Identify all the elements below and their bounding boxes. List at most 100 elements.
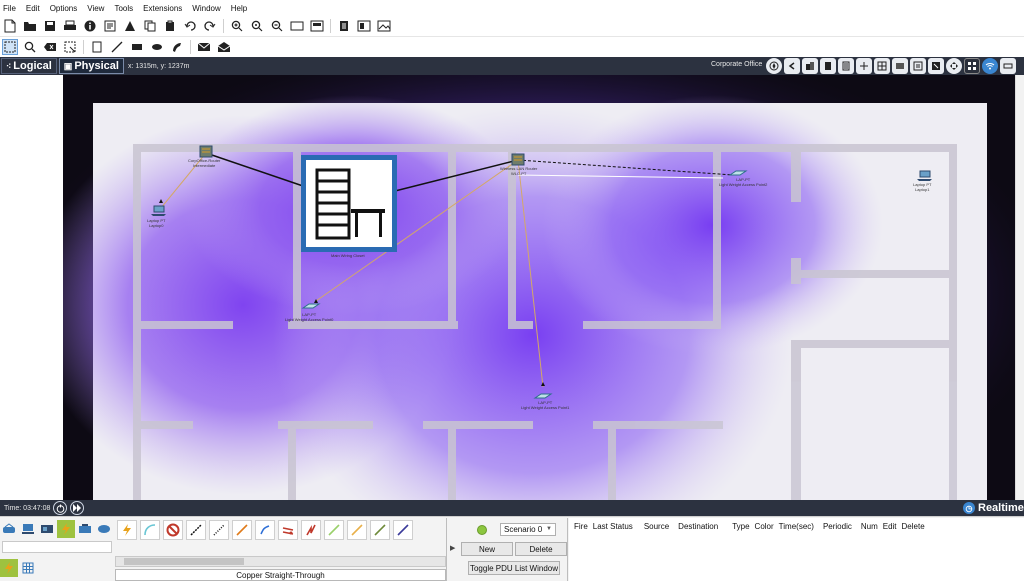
no-connection-icon[interactable] [163, 520, 183, 540]
wlc-device[interactable] [511, 153, 525, 166]
tab-physical[interactable]: ▣ Physical [58, 58, 124, 74]
new-scenario-button[interactable]: New [461, 542, 513, 556]
notes-icon[interactable] [336, 18, 352, 34]
zoom-reset-icon[interactable] [249, 18, 265, 34]
pdu-column-header: Edit [882, 522, 897, 531]
menu-window[interactable]: Window [187, 4, 225, 13]
resize-icon[interactable] [62, 39, 78, 55]
draw-rectangle-icon[interactable] [129, 39, 145, 55]
automatic-connection-icon[interactable] [117, 520, 137, 540]
copper-cross-icon[interactable] [209, 520, 229, 540]
coaxial-icon[interactable] [278, 520, 298, 540]
add-simple-pdu-icon[interactable] [196, 39, 212, 55]
place-note-icon[interactable] [89, 39, 105, 55]
workspace-vertical-scrollbar[interactable] [1015, 75, 1024, 500]
misc-icon[interactable] [76, 520, 94, 538]
router-device[interactable] [199, 145, 213, 158]
save-icon[interactable] [42, 18, 58, 34]
serial-dte-icon[interactable] [324, 520, 344, 540]
fast-forward-button[interactable] [70, 501, 85, 515]
tab-logical[interactable]: ⁖ Logical [1, 58, 57, 74]
redo-icon[interactable] [202, 18, 218, 34]
device-label: LAP-PT Light Weight Access Point0 [285, 312, 334, 322]
drawing-palette-icon[interactable] [289, 18, 305, 34]
network-devices-icon[interactable] [0, 520, 18, 538]
grid-icon[interactable] [19, 559, 37, 577]
menu-options[interactable]: Options [45, 4, 83, 13]
end-devices-icon[interactable] [19, 520, 37, 538]
copy-icon[interactable] [142, 18, 158, 34]
new-building-icon[interactable] [820, 58, 836, 74]
paste-icon[interactable] [162, 18, 178, 34]
move-icon[interactable] [946, 58, 962, 74]
tab-logical-label: Logical [13, 60, 52, 72]
add-complex-pdu-icon[interactable] [216, 39, 232, 55]
print-icon[interactable] [62, 18, 78, 34]
physical-workspace[interactable]: CorpOffice-Router Intermediate Laptop PT L… [63, 75, 1015, 500]
menu-tools[interactable]: Tools [109, 4, 138, 13]
delete-icon[interactable] [42, 39, 58, 55]
draw-line-icon[interactable] [109, 39, 125, 55]
new-closet-icon[interactable] [838, 58, 854, 74]
network-info-icon[interactable] [122, 18, 138, 34]
set-background-icon[interactable] [892, 58, 908, 74]
clock-icon: ◷ [963, 502, 975, 514]
octal-cable-icon[interactable] [347, 520, 367, 540]
back-icon[interactable] [784, 58, 800, 74]
grid-toggle-icon[interactable] [874, 58, 890, 74]
inspect-icon[interactable] [22, 39, 38, 55]
components-icon[interactable] [38, 520, 56, 538]
navigation-icon[interactable] [766, 58, 782, 74]
cable-list [117, 520, 416, 540]
menu-extensions[interactable]: Extensions [138, 4, 187, 13]
tile-view-icon[interactable] [964, 58, 980, 74]
open-folder-icon[interactable] [22, 18, 38, 34]
activity-wizard-icon[interactable] [102, 18, 118, 34]
multiuser-icon[interactable] [95, 520, 113, 538]
cable-list-scrollbar[interactable] [115, 556, 446, 567]
scrollbar-thumb[interactable] [124, 558, 244, 565]
freeform-icon[interactable] [169, 39, 185, 55]
scenario-select[interactable]: Scenario 0 ▼ [500, 523, 556, 536]
console-cable-icon[interactable] [140, 520, 160, 540]
usb-cable-icon[interactable] [393, 520, 413, 540]
new-file-icon[interactable] [2, 18, 18, 34]
zoom-out-icon[interactable] [269, 18, 285, 34]
menu-help[interactable]: Help [226, 4, 252, 13]
pdu-column-header: Fire [574, 522, 588, 531]
realtime-mode[interactable]: ◷ Realtime [963, 500, 1024, 516]
undo-icon[interactable] [182, 18, 198, 34]
toggle-pdu-list-button[interactable]: Toggle PDU List Window [468, 561, 560, 575]
ruler-icon[interactable] [1000, 58, 1016, 74]
info-icon[interactable] [82, 18, 98, 34]
current-location: Corporate Office [711, 61, 763, 68]
simulation-time: Time: 03:47:08 [4, 504, 51, 512]
draw-ellipse-icon[interactable] [149, 39, 165, 55]
delete-scenario-button[interactable]: Delete [515, 542, 567, 556]
power-distribution-icon[interactable] [910, 58, 926, 74]
connections-icon[interactable] [0, 559, 18, 577]
screenshot-icon[interactable] [376, 18, 392, 34]
phone-cable-icon[interactable] [255, 520, 275, 540]
new-city-icon[interactable] [802, 58, 818, 74]
menu-edit[interactable]: Edit [21, 4, 45, 13]
select-icon[interactable] [2, 38, 18, 55]
wiring-closet[interactable] [301, 155, 397, 252]
move-object-icon[interactable] [856, 58, 872, 74]
collapse-arrow-icon[interactable]: ▶ [450, 544, 455, 552]
iot-custom-cable-icon[interactable] [370, 520, 390, 540]
serial-dce-icon[interactable] [301, 520, 321, 540]
custom-devices-icon[interactable] [309, 18, 325, 34]
zoom-in-icon[interactable] [229, 18, 245, 34]
fiber-icon[interactable] [232, 520, 252, 540]
copper-straight-icon[interactable] [186, 520, 206, 540]
menu-view[interactable]: View [82, 4, 109, 13]
power-cycle-button[interactable] [53, 501, 68, 515]
connections-icon[interactable] [57, 520, 75, 538]
wireless-icon[interactable] [982, 58, 998, 74]
view-icon[interactable] [356, 18, 372, 34]
scenario-select-value: Scenario 0 [504, 525, 543, 534]
pdu-column-header: Num [860, 522, 878, 531]
menu-file[interactable]: File [0, 4, 21, 13]
environment-icon[interactable] [928, 58, 944, 74]
